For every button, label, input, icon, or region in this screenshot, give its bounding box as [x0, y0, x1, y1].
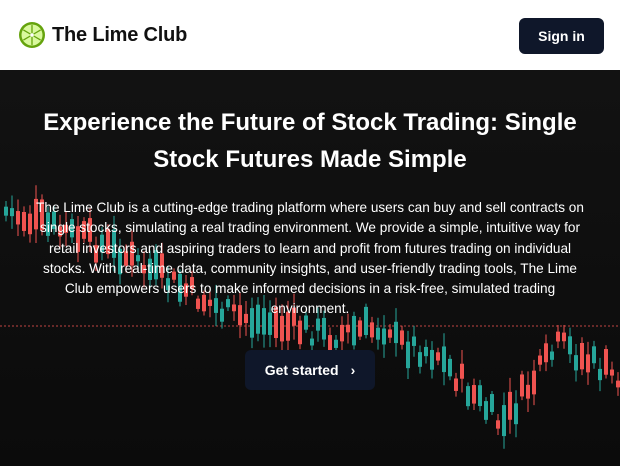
hero-headline: Experience the Future of Stock Trading: …	[43, 109, 577, 173]
candle-body	[562, 332, 566, 342]
candle-body	[496, 420, 500, 429]
candle-body	[418, 352, 422, 367]
candle-body	[538, 355, 542, 365]
brand[interactable]: The Lime Club	[18, 21, 187, 49]
candle-body	[370, 322, 374, 338]
candle-body	[466, 386, 470, 407]
candle-body	[568, 336, 572, 355]
candle-body	[514, 403, 518, 425]
candle-body	[436, 352, 440, 361]
candle-body	[550, 351, 554, 360]
candle-body	[334, 339, 338, 348]
hero-description: The Lime Club is a cutting-edge trading …	[36, 200, 584, 317]
candle-body	[310, 338, 314, 346]
candle-body	[472, 385, 476, 404]
candle-body	[412, 336, 416, 346]
sign-in-button[interactable]: Sign in	[519, 18, 604, 54]
candle-body	[598, 368, 602, 381]
candle-body	[400, 330, 404, 345]
candle-body	[316, 318, 320, 331]
candle-body	[616, 380, 620, 388]
get-started-button[interactable]: Get started ›	[245, 350, 375, 390]
candle-body	[580, 343, 584, 370]
candle-body	[478, 385, 482, 407]
candle-body	[424, 346, 428, 357]
candle-body	[574, 355, 578, 371]
candle-body	[454, 378, 458, 391]
candle-body	[10, 208, 14, 217]
candle-body	[556, 331, 560, 342]
candle-body	[586, 354, 590, 373]
candle-body	[430, 349, 434, 370]
candle-body	[592, 346, 596, 364]
lime-slice-icon	[19, 22, 45, 48]
candle-body	[610, 369, 614, 376]
candle-body	[352, 315, 356, 346]
top-header: The Lime Club Sign in	[0, 0, 620, 70]
brand-name: The Lime Club	[52, 23, 188, 46]
candle-body	[490, 394, 494, 412]
candle-body	[22, 211, 26, 231]
candle-body	[448, 358, 452, 377]
candle-body	[322, 317, 326, 340]
candle-body	[484, 401, 488, 420]
candle-body	[526, 384, 530, 399]
candle-body	[382, 328, 386, 345]
candle-body	[28, 213, 32, 235]
candle-body	[4, 206, 8, 216]
candle-body	[532, 370, 536, 395]
candle-body	[460, 363, 464, 379]
candle-body	[406, 341, 410, 369]
get-started-label: Get started	[264, 362, 339, 378]
candle-body	[16, 211, 20, 225]
candle-body	[340, 324, 344, 342]
candle-body	[520, 374, 524, 397]
candle-body	[442, 346, 446, 373]
candle-body	[508, 391, 512, 420]
candle-body	[604, 349, 608, 375]
candle-body	[394, 321, 398, 344]
hero-section: Experience the Future of Stock Trading: …	[0, 70, 620, 466]
candle-body	[328, 335, 332, 350]
candle-body	[358, 320, 362, 337]
candle-body	[544, 343, 548, 363]
candle-body	[298, 320, 302, 345]
chevron-right-icon: ›	[350, 362, 356, 378]
candle-body	[388, 329, 392, 338]
candle-body	[376, 327, 380, 340]
candle-body	[346, 324, 350, 333]
candle-body	[502, 405, 506, 437]
